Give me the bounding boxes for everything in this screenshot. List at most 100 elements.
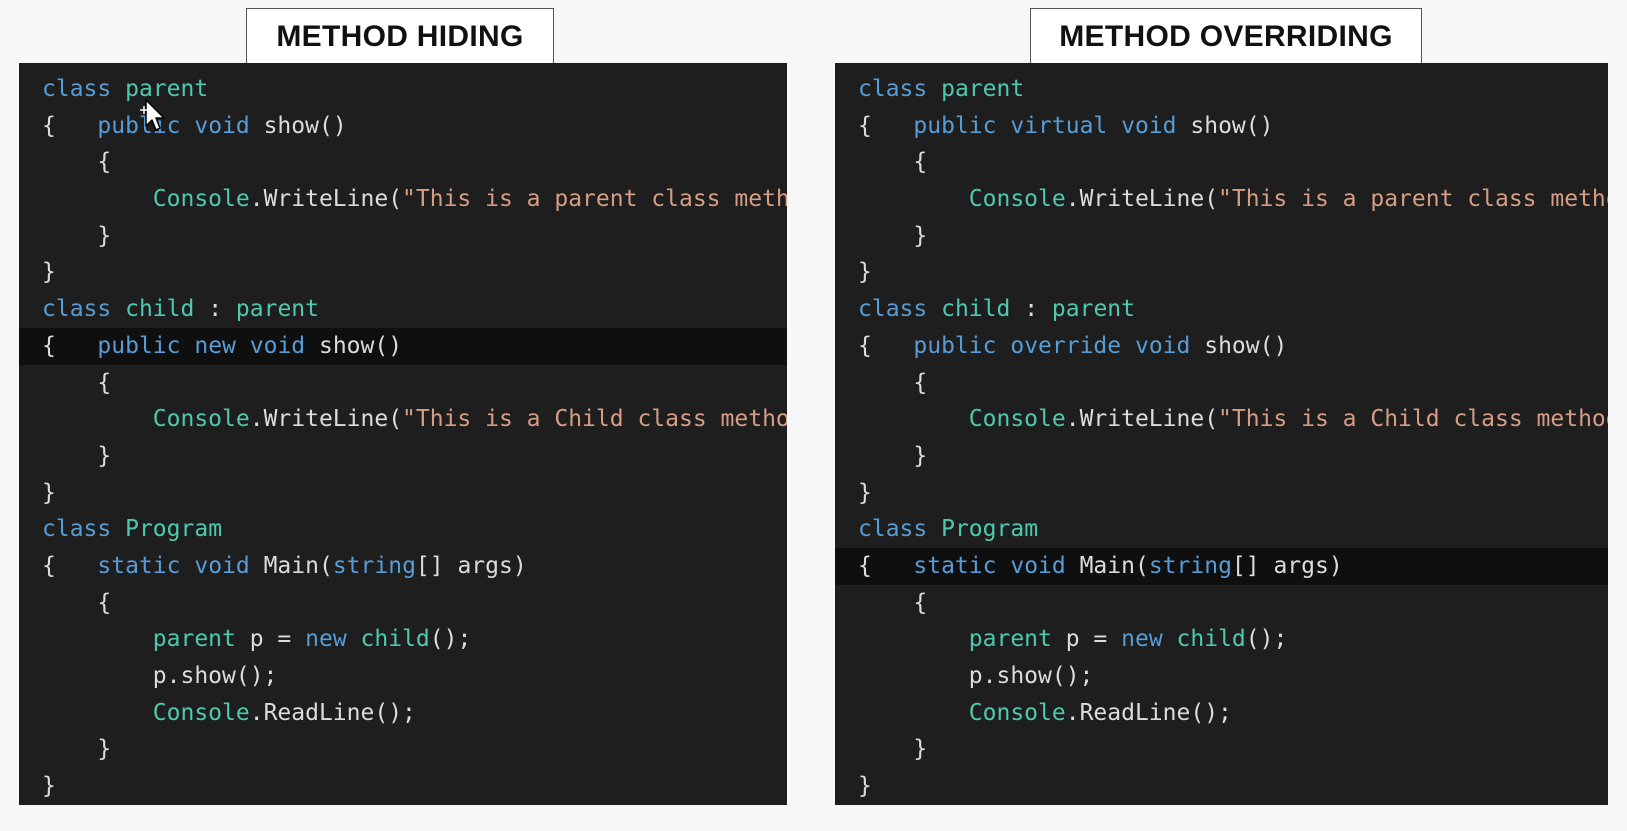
code-token: new <box>1121 626 1163 653</box>
code-token: Program <box>125 516 223 543</box>
code-line: Console.ReadLine(); <box>19 695 787 732</box>
code-line: { <box>19 585 787 622</box>
code-token: Console <box>152 406 250 433</box>
code-line: Console.WriteLine("This is a parent clas… <box>835 181 1608 218</box>
code-line: class child : parent <box>835 291 1608 328</box>
code-token: { <box>858 112 914 139</box>
code-line: } <box>835 475 1608 512</box>
code-token: Console <box>968 186 1066 213</box>
code-line: { <box>835 365 1608 402</box>
code-line: class child : parent <box>19 291 787 328</box>
code-token: (); <box>1245 626 1288 653</box>
code-line: class parent <box>19 71 787 108</box>
code-line: } <box>19 475 787 512</box>
code-token: void <box>1121 112 1177 139</box>
code-line: } <box>19 731 787 768</box>
code-token: { <box>42 112 98 139</box>
method-hiding-code: class parent{ public void show() { Conso… <box>19 71 787 805</box>
code-line: } <box>835 218 1608 255</box>
code-token: p = <box>1051 626 1122 653</box>
code-token: [] args) <box>1231 552 1343 579</box>
code-token: string <box>1148 552 1232 579</box>
code-line: Console.WriteLine("This is a Child class… <box>19 401 787 438</box>
code-token: void <box>194 112 250 139</box>
method-hiding-title: METHOD HIDING <box>246 8 554 65</box>
code-token: show() <box>249 112 347 139</box>
code-token: void <box>1134 332 1191 359</box>
method-overriding-code: class parent{ public virtual void show()… <box>835 71 1608 805</box>
code-token: } <box>858 736 928 763</box>
code-token: .ReadLine(); <box>1065 699 1232 726</box>
code-token: } <box>42 736 112 763</box>
code-line: Console.WriteLine("This is a Child class… <box>835 401 1608 438</box>
code-token: { <box>858 552 914 579</box>
code-line: { public new void show() <box>19 327 787 365</box>
code-token: child <box>360 626 430 653</box>
code-token: public <box>913 112 997 139</box>
code-token: p.show(); <box>858 663 1094 689</box>
code-token: } <box>42 222 112 249</box>
code-token: public <box>913 332 997 359</box>
code-line: p.show(); <box>835 658 1608 695</box>
code-token: override <box>1010 332 1122 359</box>
code-token: { <box>858 369 928 396</box>
code-line: { <box>19 365 787 402</box>
code-line: Console.ReadLine(); <box>835 695 1608 732</box>
code-token: p.show(); <box>42 663 278 689</box>
code-token: .WriteLine( <box>1065 406 1219 433</box>
code-token: { <box>858 149 928 176</box>
code-token: } <box>42 479 56 506</box>
code-token: } <box>42 442 112 469</box>
code-token: parent <box>235 296 319 323</box>
code-line: Console.WriteLine("This is a parent clas… <box>19 181 787 218</box>
code-line: } <box>19 254 787 291</box>
code-token: show() <box>305 332 403 359</box>
code-line: } <box>835 768 1608 805</box>
code-token: class <box>42 516 112 543</box>
code-token: class <box>858 296 928 323</box>
code-token: static <box>913 552 997 579</box>
code-token: void <box>1010 552 1066 579</box>
code-line: { <box>835 585 1608 622</box>
code-token: { <box>858 589 928 616</box>
code-token: show() <box>1190 332 1288 359</box>
code-line: } <box>835 438 1608 475</box>
code-token: { <box>858 332 914 359</box>
code-token: "This is a Child class method" <box>402 406 787 433</box>
code-token: Console <box>152 186 250 213</box>
code-token: Console <box>152 699 250 726</box>
code-line: { static void Main(string[] args) <box>835 547 1608 585</box>
code-token: child <box>125 296 195 323</box>
code-line: { public void show() <box>19 108 787 145</box>
code-token: void <box>194 552 250 579</box>
code-token: "This is a Child class method" <box>1218 406 1608 433</box>
code-line: { <box>835 144 1608 181</box>
code-token: class <box>858 76 928 102</box>
code-token: { <box>42 552 98 579</box>
code-token: } <box>42 259 56 286</box>
code-line: } <box>835 254 1608 291</box>
code-token: void <box>249 332 306 359</box>
code-token: class <box>42 296 112 323</box>
code-token: : <box>1010 296 1052 323</box>
method-overriding-title: METHOD OVERRIDING <box>1030 8 1422 65</box>
code-token: .WriteLine( <box>249 406 403 433</box>
code-token: string <box>332 552 416 579</box>
code-token: : <box>194 296 236 323</box>
